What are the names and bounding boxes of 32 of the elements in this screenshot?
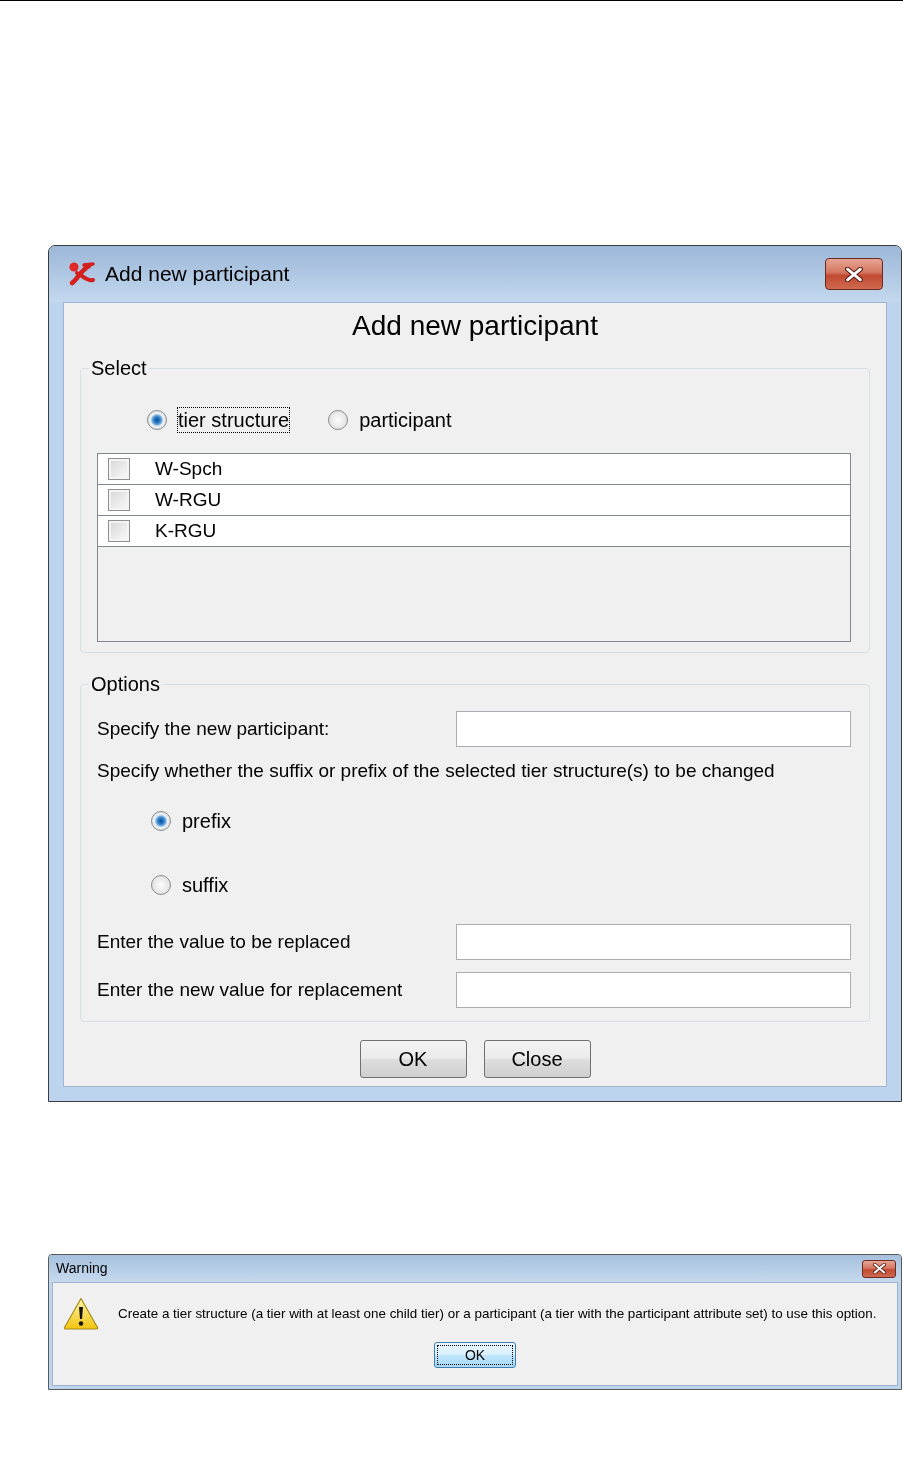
dialog-button[interactable]: OK bbox=[434, 1342, 516, 1368]
group-title: Select bbox=[90, 356, 148, 380]
close-button[interactable] bbox=[862, 1259, 896, 1278]
radio-button[interactable]: suffix bbox=[151, 873, 229, 897]
radio-button[interactable]: prefix bbox=[151, 809, 231, 833]
input-field[interactable] bbox=[456, 972, 851, 1008]
close-icon bbox=[871, 1263, 887, 1274]
dialog-button[interactable]: Close bbox=[483, 1040, 591, 1078]
input-field[interactable] bbox=[456, 711, 851, 747]
checkbox[interactable] bbox=[108, 458, 130, 480]
warning-message: Create a tier structure (a tier with at least one child tier) or a participant (a tier with the participant attribute set) to use this option. bbox=[118, 1305, 877, 1322]
group-title: Options bbox=[90, 672, 161, 696]
tier-row[interactable]: K-RGU bbox=[98, 516, 850, 547]
checkbox[interactable] bbox=[108, 489, 130, 511]
dialog-heading: Add new participant bbox=[352, 309, 598, 343]
tier-row[interactable]: W-RGU bbox=[98, 485, 850, 516]
close-button[interactable] bbox=[825, 258, 883, 290]
close-icon bbox=[844, 266, 864, 282]
field-label: Specify the new participant: bbox=[97, 717, 330, 739]
field-label: Enter the new value for replacement bbox=[97, 978, 403, 1000]
warning-icon bbox=[63, 1297, 99, 1330]
checkbox[interactable] bbox=[108, 520, 130, 542]
logo-icon bbox=[68, 261, 96, 287]
window-title: Warning bbox=[56, 1260, 108, 1277]
radio-button[interactable]: participant bbox=[328, 408, 452, 432]
dialog-button[interactable]: OK bbox=[359, 1040, 467, 1078]
window-title: Add new participant bbox=[105, 261, 290, 287]
field-label: Enter the value to be replaced bbox=[97, 930, 351, 952]
input-field[interactable] bbox=[456, 924, 851, 960]
prompt-text: Specify whether the suffix or prefix of the selected tier structure(s) to be changed bbox=[97, 760, 775, 781]
radio-button[interactable]: tier structure bbox=[147, 408, 290, 432]
tier-row[interactable]: W-Spch bbox=[98, 454, 850, 485]
